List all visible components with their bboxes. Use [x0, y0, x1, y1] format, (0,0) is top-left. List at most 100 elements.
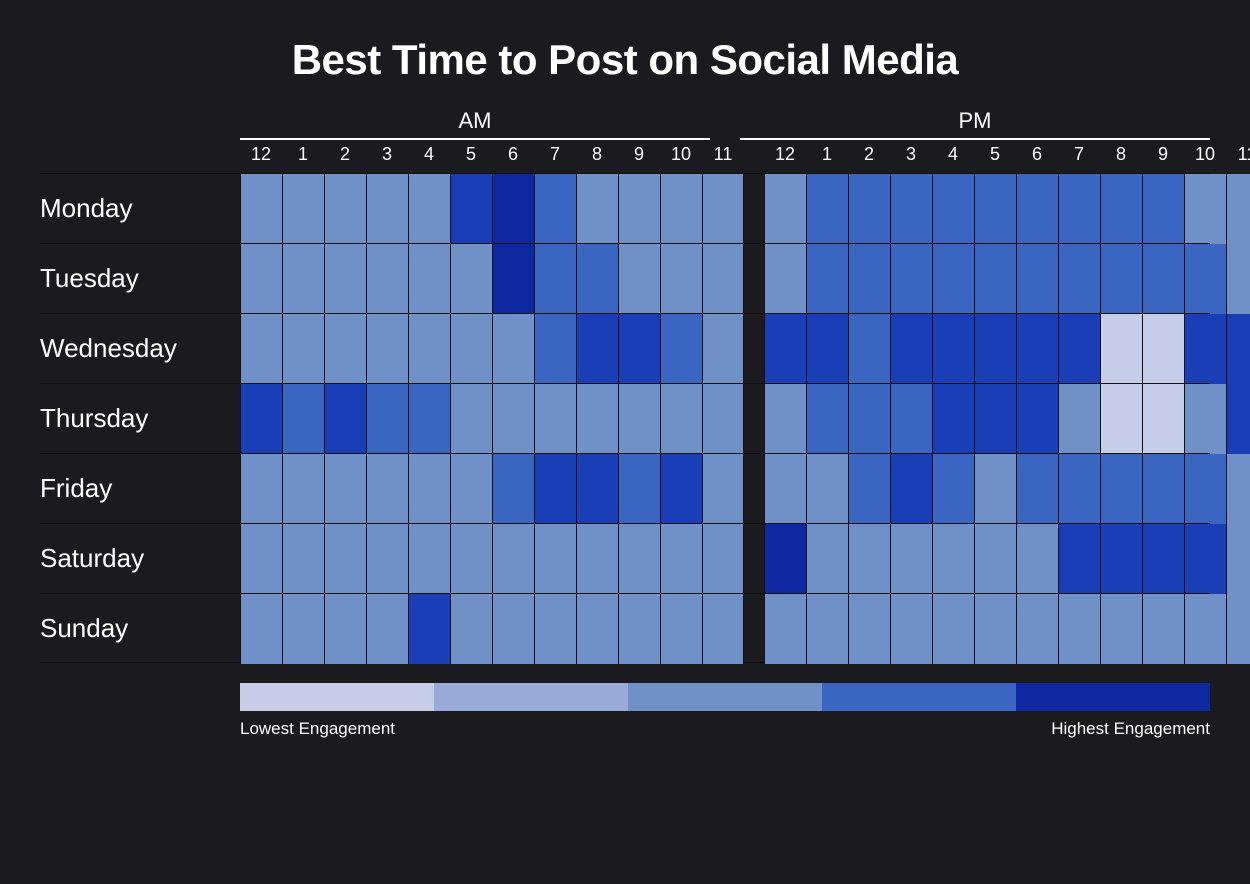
hour-label: 2	[848, 144, 890, 165]
heat-cell	[492, 594, 534, 664]
heat-cell	[240, 314, 282, 384]
heat-cell	[450, 314, 492, 384]
pm-line	[740, 138, 1210, 140]
heat-cell	[1184, 524, 1226, 594]
day-row: Saturday	[40, 523, 1210, 593]
heat-cell	[618, 174, 660, 244]
heat-cell	[492, 244, 534, 314]
heat-cell	[1142, 174, 1184, 244]
heat-cell	[1184, 244, 1226, 314]
heat-cell	[534, 314, 576, 384]
heat-cell	[974, 594, 1016, 664]
heat-cell	[932, 454, 974, 524]
heat-cell	[1016, 524, 1058, 594]
heat-cell	[1100, 594, 1142, 664]
day-row: Sunday	[40, 593, 1210, 663]
heat-cell	[282, 594, 324, 664]
heat-cell	[450, 454, 492, 524]
heat-cell	[618, 314, 660, 384]
heat-cell	[974, 454, 1016, 524]
heat-cell	[324, 594, 366, 664]
day-row: Friday	[40, 453, 1210, 523]
heat-cell	[932, 174, 974, 244]
heat-cell	[534, 594, 576, 664]
heat-cell	[806, 594, 848, 664]
heat-cell	[1100, 524, 1142, 594]
heat-cell	[324, 454, 366, 524]
heat-cell	[1142, 384, 1184, 454]
heat-cell	[1142, 314, 1184, 384]
legend-segment	[822, 683, 1016, 711]
legend-segment	[240, 683, 434, 711]
heat-cell	[890, 384, 932, 454]
day-label: Friday	[40, 454, 240, 523]
hour-label: 4	[408, 144, 450, 165]
heat-cell	[848, 524, 890, 594]
am-label: AM	[459, 108, 492, 134]
heat-cell	[240, 174, 282, 244]
heat-cell	[408, 314, 450, 384]
heat-cell	[1058, 314, 1100, 384]
legend: Lowest Engagement Highest Engagement	[240, 683, 1210, 739]
heat-cell	[1058, 594, 1100, 664]
day-row: Monday	[40, 173, 1210, 243]
hour-gap	[744, 144, 764, 165]
hour-label: 5	[974, 144, 1016, 165]
heat-cell	[618, 454, 660, 524]
hour-label: 8	[1100, 144, 1142, 165]
heat-cell	[324, 384, 366, 454]
heat-cell	[974, 244, 1016, 314]
heatmap-grid: MondayTuesdayWednesdayThursdayFridaySatu…	[40, 173, 1210, 663]
heat-cell	[890, 454, 932, 524]
heat-cell	[240, 244, 282, 314]
heat-cell	[408, 384, 450, 454]
heat-cell	[932, 314, 974, 384]
day-label: Monday	[40, 174, 240, 243]
heat-cell	[764, 314, 806, 384]
hour-label: 11	[702, 144, 744, 165]
heat-cell	[1226, 594, 1250, 664]
heat-cell	[282, 454, 324, 524]
heat-cell	[702, 174, 744, 244]
hour-label: 9	[1142, 144, 1184, 165]
heat-cell	[576, 594, 618, 664]
hour-label: 3	[890, 144, 932, 165]
heat-cell	[618, 594, 660, 664]
heat-cell	[806, 454, 848, 524]
heat-cell	[764, 594, 806, 664]
heat-cell	[848, 454, 890, 524]
heat-cell	[408, 244, 450, 314]
heat-cell	[576, 454, 618, 524]
legend-segment	[434, 683, 628, 711]
heat-cell	[1100, 244, 1142, 314]
hour-label: 6	[492, 144, 534, 165]
heat-cell	[1016, 314, 1058, 384]
heat-cell	[848, 244, 890, 314]
time-gap	[744, 174, 764, 243]
heat-cell	[848, 314, 890, 384]
hour-label: 1	[806, 144, 848, 165]
legend-labels: Lowest Engagement Highest Engagement	[240, 719, 1210, 739]
title: Best Time to Post on Social Media	[292, 36, 959, 84]
heat-cell	[450, 524, 492, 594]
heat-cell	[492, 314, 534, 384]
heat-cell	[702, 454, 744, 524]
heat-cell	[1142, 454, 1184, 524]
hour-label: 9	[618, 144, 660, 165]
heat-cell	[1226, 384, 1250, 454]
heat-cell	[702, 314, 744, 384]
heat-cell	[1142, 594, 1184, 664]
hour-label: 6	[1016, 144, 1058, 165]
heat-cell	[890, 314, 932, 384]
heat-cell	[282, 524, 324, 594]
day-label: Tuesday	[40, 244, 240, 313]
heat-cell	[324, 174, 366, 244]
heat-cell	[576, 174, 618, 244]
day-label: Saturday	[40, 524, 240, 593]
hour-label: 5	[450, 144, 492, 165]
heat-cell	[408, 594, 450, 664]
am-section: AM	[240, 108, 710, 140]
day-label: Wednesday	[40, 314, 240, 383]
heat-cell	[576, 384, 618, 454]
ampm-header: AM PM	[240, 108, 1210, 140]
